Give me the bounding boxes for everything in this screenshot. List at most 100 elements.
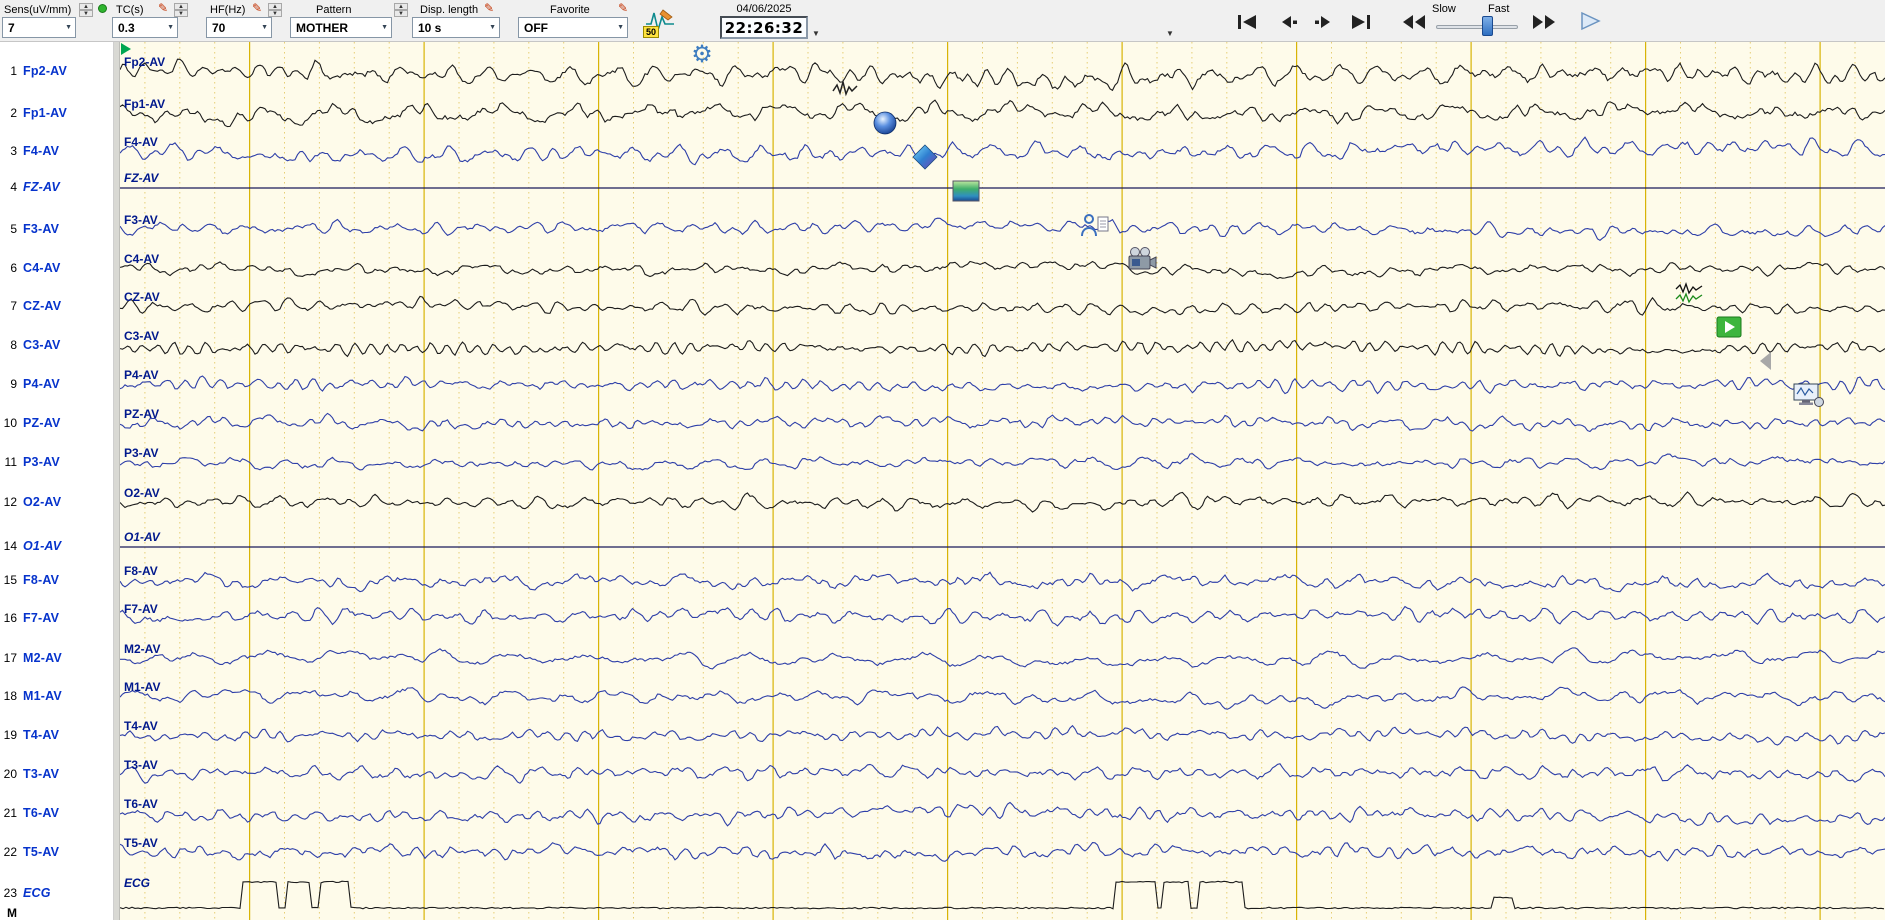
sidebar-channel-C3-AV[interactable]: 8 C3-AV [0, 336, 113, 354]
monitor-icon [1793, 383, 1824, 407]
hf-value: 70 [212, 20, 226, 35]
tc-edit-pencil-icon[interactable]: ✎ [158, 2, 168, 14]
channel-label: PZ-AV [23, 416, 61, 430]
trend-map-button[interactable] [948, 174, 984, 208]
channel-label: P4-AV [23, 377, 60, 391]
sidebar-channel-F3-AV[interactable]: 5 F3-AV [0, 220, 113, 238]
monitor-start-button[interactable] [1712, 310, 1746, 344]
channel-label: M2-AV [23, 651, 62, 665]
channel-number: 5 [10, 222, 17, 236]
sidebar-channel-F8-AV[interactable]: 15 F8-AV [0, 571, 113, 589]
pattern-spinner[interactable]: ▲ ▼ [394, 3, 408, 17]
rewind-icon [1403, 15, 1425, 29]
speed-down-button[interactable] [1394, 9, 1434, 35]
spinner-down-icon[interactable]: ▼ [79, 10, 93, 17]
speed-up-button[interactable] [1524, 9, 1564, 35]
disp-edit-pencil-icon[interactable]: ✎ [484, 2, 494, 14]
spectrum-button[interactable] [908, 140, 942, 174]
spinner-down-icon[interactable]: ▼ [174, 10, 188, 17]
sidebar-channel-O2-AV[interactable]: 12 O2-AV [0, 493, 113, 511]
favorite-edit-pencil-icon[interactable]: ✎ [618, 2, 628, 14]
channel-label: F8-AV [23, 573, 60, 587]
sens-combo[interactable]: 7 ▼ [2, 17, 76, 38]
sidebar-channel-Fp1-AV[interactable]: 2 Fp1-AV [0, 104, 113, 122]
video-button[interactable] [1122, 242, 1162, 276]
play-button[interactable] [1572, 7, 1608, 35]
spinner-down-icon[interactable]: ▼ [268, 10, 282, 17]
tc-combo[interactable]: 0.3 ▼ [112, 17, 178, 38]
spinner-down-icon[interactable]: ▼ [394, 10, 408, 17]
sidebar-channel-C4-AV[interactable]: 6 C4-AV [0, 259, 113, 277]
jump-start-button[interactable] [1232, 9, 1264, 35]
jump-end-button[interactable] [1344, 9, 1376, 35]
sidebar-channel-P3-AV[interactable]: 11 P3-AV [0, 453, 113, 471]
video-camera-icon [1128, 247, 1157, 270]
channel-number: 6 [10, 261, 17, 275]
channel-number: 10 [3, 416, 17, 430]
time-options-arrow[interactable]: ▼ [812, 30, 820, 38]
sidebar-channel-PZ-AV[interactable]: 10 PZ-AV [0, 414, 113, 432]
sens-spinner[interactable]: ▲ ▼ [79, 3, 93, 17]
sidebar-channel-T5-AV[interactable]: 22 T5-AV [0, 843, 113, 861]
channel-number: 8 [10, 338, 17, 352]
sidebar-channel-FZ-AV[interactable]: 4 FZ-AV [0, 178, 113, 196]
brain-map-icon [873, 111, 897, 135]
speed-slider-track[interactable] [1436, 25, 1518, 29]
channel-label: T4-AV [23, 728, 60, 742]
sidebar-channel-M2-AV[interactable]: 17 M2-AV [0, 649, 113, 667]
brain-map-button[interactable] [868, 106, 902, 140]
hf-edit-pencil-icon[interactable]: ✎ [252, 2, 262, 14]
calibration-tool-button[interactable]: 50 [642, 4, 678, 38]
sidebar-channel-ECG[interactable]: 23 ECG [0, 884, 113, 902]
waveform-view-button[interactable] [828, 72, 862, 106]
sidebar-channel-T3-AV[interactable]: 20 T3-AV [0, 765, 113, 783]
chevron-down-icon: ▼ [261, 24, 268, 31]
step-forward-icon [1315, 16, 1330, 28]
status-led-icon [98, 4, 107, 13]
channel-number: 14 [3, 539, 17, 553]
video-options-arrow[interactable]: ▼ [1166, 30, 1174, 38]
sidebar-channel-CZ-AV[interactable]: 7 CZ-AV [0, 297, 113, 315]
sidebar-channel-Fp2-AV[interactable]: 1 Fp2-AV [0, 62, 113, 80]
channel-label: T6-AV [23, 806, 60, 820]
sidebar-channel-T6-AV[interactable]: 21 T6-AV [0, 804, 113, 822]
sidebar-channel-P4-AV[interactable]: 9 P4-AV [0, 375, 113, 393]
settings-button[interactable]: ⚙ [686, 38, 718, 72]
hf-combo[interactable]: 70 ▼ [206, 17, 272, 38]
waveform-pane: Fp2-AV Fp1-AV F4-AV FZ-AV F3-AV C4-AV CZ-AV C3-… [120, 42, 1885, 920]
channel-label: O1-AV [23, 539, 62, 553]
sidebar-channel-F7-AV[interactable]: 16 F7-AV [0, 609, 113, 627]
disp-length-combo[interactable]: 10 s ▼ [412, 17, 500, 38]
remote-monitor-button[interactable] [1788, 378, 1828, 412]
review-wave-button[interactable] [1672, 276, 1706, 310]
pattern-combo[interactable]: MOTHER ▼ [290, 17, 392, 38]
spinner-up-icon[interactable]: ▲ [394, 3, 408, 10]
tc-spinner[interactable]: ▲ ▼ [174, 3, 188, 17]
disp-length-label: Disp. length [420, 4, 479, 16]
channel-label: T3-AV [23, 767, 60, 781]
spinner-up-icon[interactable]: ▲ [174, 3, 188, 10]
channel-label: C3-AV [23, 338, 61, 352]
sidebar-channel-O1-AV[interactable]: 14 O1-AV [0, 537, 113, 555]
channel-number: 21 [3, 806, 17, 820]
step-forward-button[interactable] [1308, 9, 1340, 35]
sidebar-channel-M1-AV[interactable]: 18 M1-AV [0, 687, 113, 705]
sidebar-channel-T4-AV[interactable]: 19 T4-AV [0, 726, 113, 744]
review-wave-icon [1675, 282, 1703, 304]
step-back-button[interactable] [1272, 9, 1304, 35]
patient-info-button[interactable] [1076, 208, 1114, 242]
channel-number: 16 [3, 611, 17, 625]
back-button[interactable] [1752, 344, 1780, 378]
fast-label: Fast [1488, 3, 1510, 15]
hf-spinner[interactable]: ▲ ▼ [268, 3, 282, 17]
spinner-up-icon[interactable]: ▲ [268, 3, 282, 10]
sidebar-channel-F4-AV[interactable]: 3 F4-AV [0, 142, 113, 160]
favorite-combo[interactable]: OFF ▼ [518, 17, 628, 38]
channel-label: F7-AV [23, 611, 60, 625]
main-area: M 1 Fp2-AV 2 Fp1-AV 3 F4-AV 4 FZ-AV 5 F3-AV 6 C4-AV… [0, 42, 1885, 920]
spinner-up-icon[interactable]: ▲ [79, 3, 93, 10]
speed-slider-handle[interactable] [1482, 16, 1493, 36]
date-display: 04/06/2025 [736, 3, 792, 15]
channel-label: FZ-AV [23, 180, 60, 194]
channel-number: 15 [3, 573, 17, 587]
